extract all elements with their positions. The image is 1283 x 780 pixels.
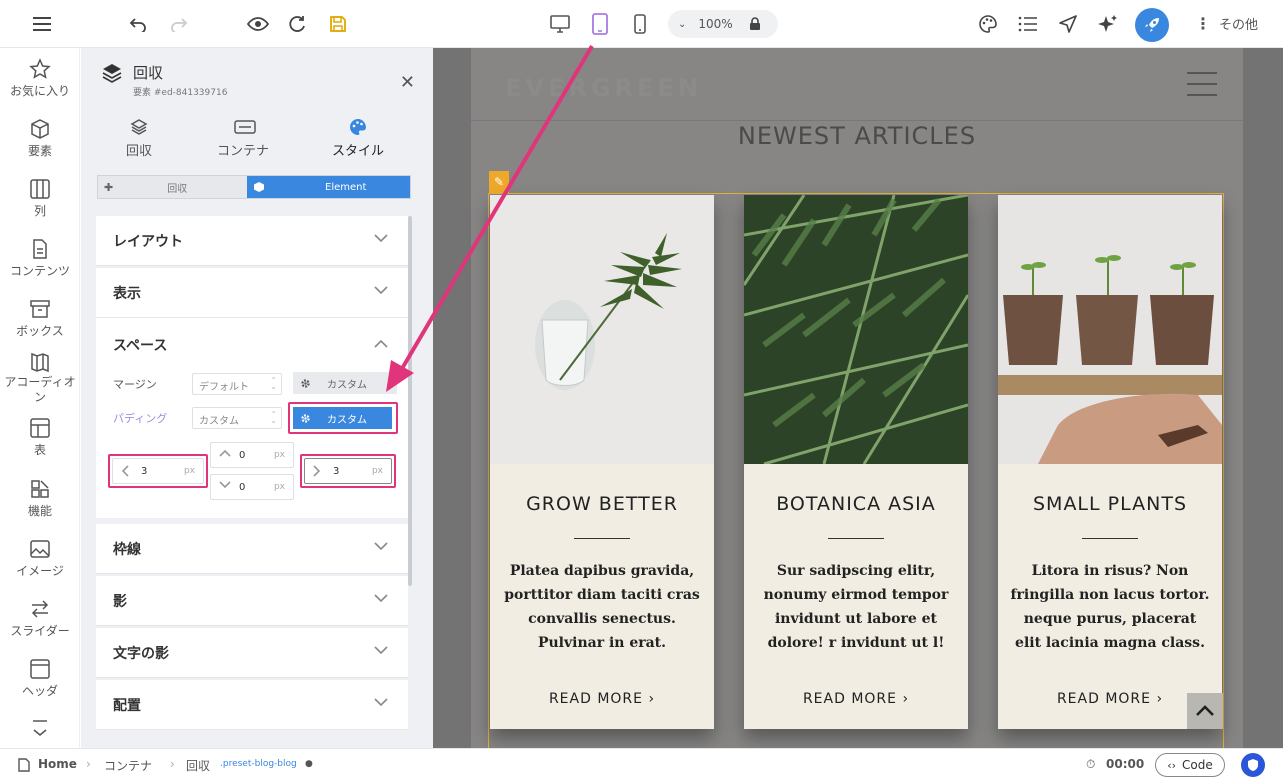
breadcrumb-home[interactable]: Home: [38, 757, 77, 771]
shield-icon[interactable]: [1241, 753, 1265, 777]
timer-value: 00:00: [1106, 757, 1145, 771]
preset-class-label[interactable]: .preset-blog-blog: [220, 759, 297, 769]
home-page-icon: [18, 757, 30, 772]
breadcrumb-collection[interactable]: 回収: [186, 757, 210, 774]
timer-icon: ⏱: [1086, 757, 1096, 771]
code-icon: ‹›: [1167, 758, 1177, 772]
status-bar: Home › コンテナ › 回収 .preset-blog-blog ● ⏱ 0…: [0, 748, 1283, 780]
breadcrumb-separator: ›: [170, 757, 175, 771]
breadcrumb-container[interactable]: コンテナ: [104, 757, 152, 774]
palette-icon: ●: [305, 759, 313, 769]
breadcrumb-separator: ›: [86, 757, 91, 771]
code-button[interactable]: ‹› Code: [1155, 753, 1225, 777]
annotation-arrow: [386, 44, 594, 392]
